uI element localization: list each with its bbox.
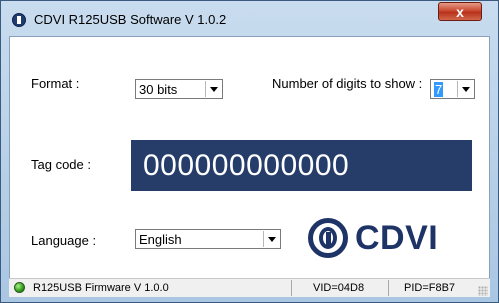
- resize-grip[interactable]: [478, 286, 488, 296]
- app-icon: [12, 13, 26, 27]
- status-bar: R125USB Firmware V 1.0.0 VID=04D8 PID=F8…: [9, 278, 490, 297]
- language-select[interactable]: English: [135, 229, 281, 249]
- language-select-value: English: [139, 232, 182, 247]
- tag-code-display: 000000000000: [131, 140, 472, 191]
- title-bar[interactable]: CDVI R125USB Software V 1.0.2 x: [1, 1, 498, 37]
- firmware-version: R125USB Firmware V 1.0.0: [33, 282, 169, 294]
- tag-code-label: Tag code :: [31, 157, 91, 172]
- status-divider: [388, 280, 389, 296]
- status-divider: [291, 280, 292, 296]
- language-label: Language :: [31, 233, 97, 248]
- digits-select-value: 7: [434, 82, 444, 97]
- window-title: CDVI R125USB Software V 1.0.2: [34, 12, 227, 27]
- client-area: Format : 30 bits Number of digits to sho…: [9, 36, 490, 297]
- format-select[interactable]: 30 bits: [135, 79, 223, 99]
- cdvi-logo-text: CDVI: [355, 218, 439, 257]
- pid-value: PID=F8B7: [404, 282, 456, 294]
- digits-select[interactable]: 7: [430, 79, 475, 99]
- format-select-value: 30 bits: [139, 82, 178, 97]
- connection-status-icon: [14, 282, 25, 293]
- chevron-down-icon[interactable]: [457, 81, 473, 97]
- app-window: CDVI R125USB Software V 1.0.2 x Format :…: [0, 0, 499, 303]
- cdvi-logo-icon: [308, 218, 348, 258]
- chevron-down-icon[interactable]: [263, 231, 279, 247]
- vid-value: VID=04D8: [313, 282, 365, 294]
- format-label: Format :: [31, 76, 80, 91]
- close-button[interactable]: x: [438, 2, 482, 21]
- digits-label: Number of digits to show :: [272, 76, 423, 91]
- cdvi-logo: CDVI: [308, 215, 438, 261]
- chevron-down-icon[interactable]: [205, 81, 221, 97]
